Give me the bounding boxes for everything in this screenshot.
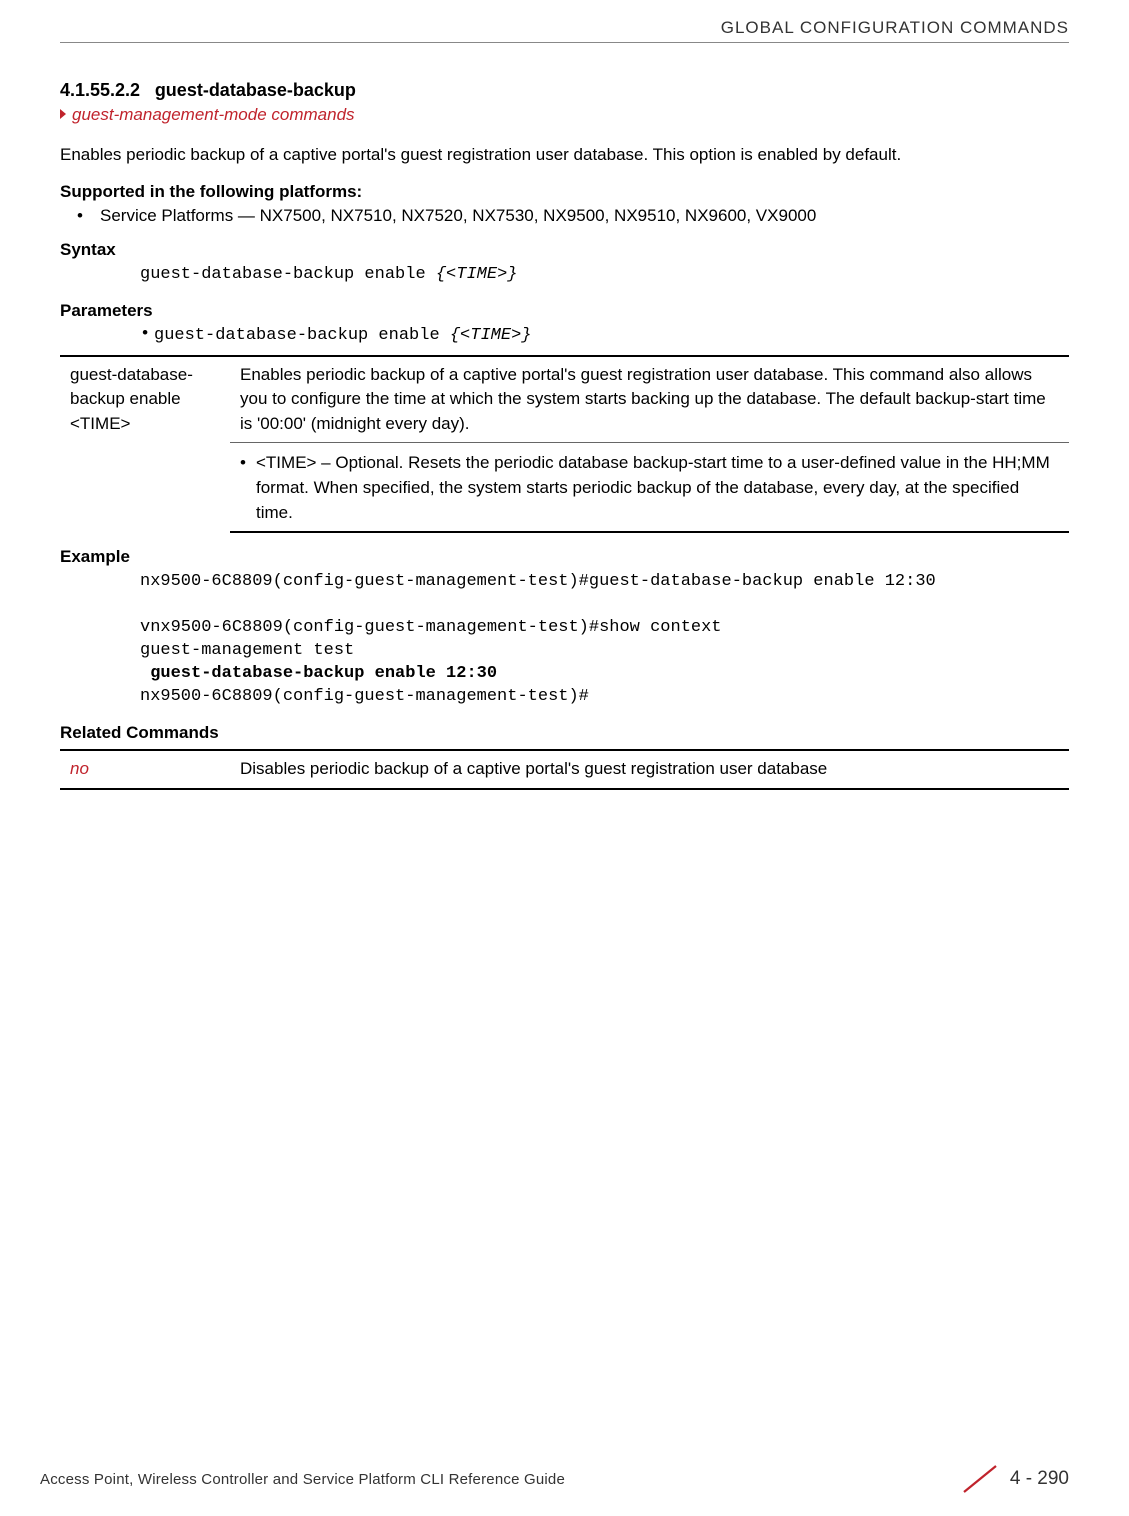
chapter-header: GLOBAL CONFIGURATION COMMANDS xyxy=(60,18,1069,43)
sub-bullet-row: • <TIME> – Optional. Resets the periodic… xyxy=(240,451,1059,525)
related-cmd-desc: Disables periodic backup of a captive po… xyxy=(230,750,1069,789)
chapter-title: GLOBAL CONFIGURATION COMMANDS xyxy=(721,18,1069,37)
param-desc-cell: Enables periodic backup of a captive por… xyxy=(230,356,1069,443)
related-heading: Related Commands xyxy=(60,723,1069,743)
example-line-bold: guest-database-backup enable 12:30 xyxy=(140,664,497,683)
page-content: 4.1.55.2.2 guest-database-backup guest-m… xyxy=(60,80,1069,790)
footer-doc-title: Access Point, Wireless Controller and Se… xyxy=(40,1471,565,1488)
example-line: guest-management test xyxy=(140,641,354,660)
parameters-table: guest-database-backup enable <TIME> Enab… xyxy=(60,355,1069,534)
example-line: vnx9500-6C8809(config-guest-management-t… xyxy=(140,618,722,637)
parameters-heading: Parameters xyxy=(60,301,1069,321)
sublink[interactable]: guest-management-mode commands xyxy=(72,105,355,124)
parameters-bullet-row: •guest-database-backup enable {<TIME>} xyxy=(140,325,1069,345)
page-number-box: 4 - 290 xyxy=(958,1462,1069,1496)
bullet-dot-icon: • xyxy=(140,325,154,344)
syntax-code-plain: guest-database-backup enable xyxy=(140,265,436,284)
supported-heading: Supported in the following platforms: xyxy=(60,182,1069,202)
param-name-cell: guest-database-backup enable <TIME> xyxy=(60,356,230,533)
example-line: nx9500-6C8809(config-guest-management-te… xyxy=(140,572,936,591)
related-commands-table: no Disables periodic backup of a captive… xyxy=(60,749,1069,790)
param-bullet-arg: {<TIME>} xyxy=(450,326,532,345)
bullet-dot-icon: • xyxy=(60,206,100,226)
intro-paragraph: Enables periodic backup of a captive por… xyxy=(60,143,1069,168)
syntax-code: guest-database-backup enable {<TIME>} xyxy=(140,264,1069,287)
slash-icon xyxy=(958,1462,1002,1496)
bullet-dot-icon: • xyxy=(240,451,256,525)
supported-bullet-row: • Service Platforms — NX7500, NX7510, NX… xyxy=(60,206,1069,226)
example-line: nx9500-6C8809(config-guest-management-te… xyxy=(140,687,589,706)
page-number: 4 - 290 xyxy=(1010,1468,1069,1490)
section-heading: 4.1.55.2.2 guest-database-backup xyxy=(60,80,1069,101)
syntax-heading: Syntax xyxy=(60,240,1069,260)
supported-platforms: Service Platforms — NX7500, NX7510, NX75… xyxy=(100,206,1069,226)
related-cmd-link[interactable]: no xyxy=(60,750,230,789)
table-row: guest-database-backup enable <TIME> Enab… xyxy=(60,356,1069,443)
footer-line: Access Point, Wireless Controller and Se… xyxy=(40,1462,1069,1496)
param-time-desc: <TIME> – Optional. Resets the periodic d… xyxy=(256,451,1059,525)
table-row: no Disables periodic backup of a captive… xyxy=(60,750,1069,789)
section-title: guest-database-backup xyxy=(155,80,356,100)
param-desc-cell: • <TIME> – Optional. Resets the periodic… xyxy=(230,443,1069,532)
page-footer: Access Point, Wireless Controller and Se… xyxy=(40,1462,1069,1496)
section-sublink-row: guest-management-mode commands xyxy=(60,105,1069,125)
param-bullet-plain: guest-database-backup enable xyxy=(154,326,450,345)
arrow-right-icon xyxy=(60,109,66,119)
syntax-code-arg: {<TIME>} xyxy=(436,265,518,284)
section-number: 4.1.55.2.2 xyxy=(60,80,140,100)
example-code: nx9500-6C8809(config-guest-management-te… xyxy=(140,571,1069,709)
example-heading: Example xyxy=(60,547,1069,567)
